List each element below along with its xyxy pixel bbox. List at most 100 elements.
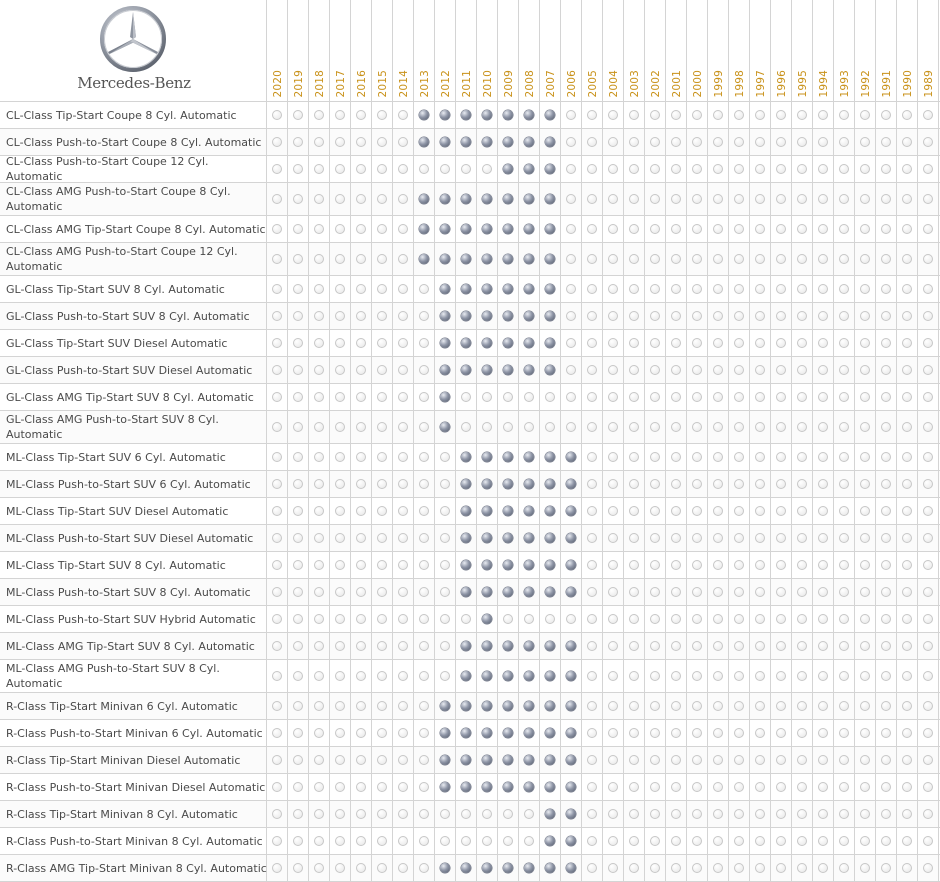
empty-dot: [482, 422, 492, 432]
compatibility-grid: Mercedes-Benz 2020 2019 2018 2017 2016 2015 20…: [0, 0, 940, 882]
empty-dot: [671, 194, 681, 204]
empty-dot: [671, 224, 681, 234]
empty-dot: [566, 284, 576, 294]
empty-dot: [797, 533, 807, 543]
empty-dot: [398, 479, 408, 489]
empty-dot: [713, 863, 723, 873]
empty-dot: [671, 422, 681, 432]
empty-dot: [377, 311, 387, 321]
column-divider: [476, 0, 477, 882]
empty-dot: [356, 110, 366, 120]
year-label: 1997: [754, 70, 767, 98]
empty-dot: [461, 164, 471, 174]
empty-dot: [881, 365, 891, 375]
empty-dot: [629, 614, 639, 624]
empty-dot: [776, 110, 786, 120]
empty-dot: [377, 836, 387, 846]
column-divider: [854, 0, 855, 882]
empty-dot: [755, 164, 765, 174]
empty-dot: [293, 755, 303, 765]
empty-dot: [629, 506, 639, 516]
empty-dot: [566, 224, 576, 234]
empty-dot: [860, 224, 870, 234]
empty-dot: [650, 452, 660, 462]
vehicle-label: ML-Class Push-to-Start SUV Diesel Automa…: [6, 531, 254, 545]
empty-dot: [839, 560, 849, 570]
column-divider: [497, 0, 498, 882]
empty-dot: [692, 422, 702, 432]
year-label: 2012: [439, 70, 452, 98]
empty-dot: [545, 392, 555, 402]
empty-dot: [923, 560, 933, 570]
compatible-dot: [419, 137, 429, 147]
empty-dot: [377, 365, 387, 375]
empty-dot: [629, 809, 639, 819]
empty-dot: [335, 671, 345, 681]
empty-dot: [839, 224, 849, 234]
empty-dot: [923, 836, 933, 846]
empty-dot: [440, 671, 450, 681]
empty-dot: [503, 392, 513, 402]
compatible-dot: [545, 284, 555, 294]
empty-dot: [902, 137, 912, 147]
empty-dot: [692, 809, 702, 819]
empty-dot: [881, 392, 891, 402]
empty-dot: [377, 506, 387, 516]
empty-dot: [545, 422, 555, 432]
vehicle-label: R-Class Push-to-Start Minivan Diesel Aut…: [6, 780, 266, 794]
empty-dot: [881, 701, 891, 711]
empty-dot: [692, 284, 702, 294]
empty-dot: [608, 452, 618, 462]
empty-dot: [902, 701, 912, 711]
empty-dot: [818, 863, 828, 873]
empty-dot: [776, 533, 786, 543]
compatible-dot: [482, 533, 492, 543]
vehicle-label: GL-Class Tip-Start SUV Diesel Automatic: [6, 336, 228, 350]
empty-dot: [524, 809, 534, 819]
empty-dot: [713, 641, 723, 651]
year-header-2016: 2016: [351, 6, 372, 98]
vehicle-label: R-Class Push-to-Start Minivan 8 Cyl. Aut…: [6, 834, 263, 848]
compatible-dot: [482, 506, 492, 516]
empty-dot: [860, 311, 870, 321]
empty-dot: [587, 641, 597, 651]
empty-dot: [881, 194, 891, 204]
empty-dot: [587, 224, 597, 234]
empty-dot: [881, 452, 891, 462]
empty-dot: [734, 782, 744, 792]
empty-dot: [356, 479, 366, 489]
empty-dot: [293, 863, 303, 873]
empty-dot: [314, 671, 324, 681]
compatible-dot: [503, 110, 513, 120]
empty-dot: [419, 392, 429, 402]
year-header-2013: 2013: [414, 6, 435, 98]
compatible-dot: [440, 863, 450, 873]
empty-dot: [881, 254, 891, 264]
empty-dot: [923, 392, 933, 402]
empty-dot: [797, 701, 807, 711]
empty-dot: [818, 560, 828, 570]
empty-dot: [314, 809, 324, 819]
empty-dot: [713, 782, 723, 792]
empty-dot: [377, 809, 387, 819]
vehicle-label: R-Class Tip-Start Minivan 8 Cyl. Automat…: [6, 807, 238, 821]
empty-dot: [419, 506, 429, 516]
year-label: 2003: [628, 70, 641, 98]
empty-dot: [923, 701, 933, 711]
empty-dot: [356, 614, 366, 624]
empty-dot: [671, 137, 681, 147]
empty-dot: [650, 863, 660, 873]
empty-dot: [902, 614, 912, 624]
empty-dot: [776, 284, 786, 294]
empty-dot: [650, 338, 660, 348]
empty-dot: [293, 614, 303, 624]
empty-dot: [902, 863, 912, 873]
empty-dot: [692, 164, 702, 174]
empty-dot: [902, 224, 912, 234]
empty-dot: [650, 479, 660, 489]
compatible-dot: [419, 254, 429, 264]
empty-dot: [671, 728, 681, 738]
vehicle-label: ML-Class Tip-Start SUV 8 Cyl. Automatic: [6, 558, 226, 572]
empty-dot: [881, 755, 891, 765]
empty-dot: [419, 641, 429, 651]
